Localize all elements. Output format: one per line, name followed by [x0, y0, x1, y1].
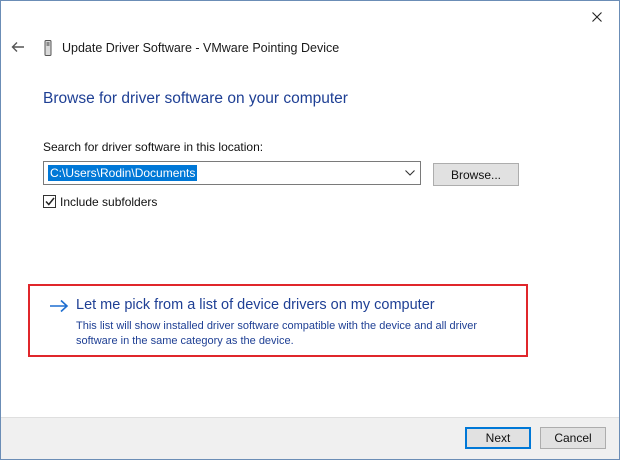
pick-from-list-link[interactable]: Let me pick from a list of device driver…: [49, 297, 509, 349]
include-subfolders-label[interactable]: Include subfolders: [60, 195, 157, 209]
pick-from-list-title[interactable]: Let me pick from a list of device driver…: [76, 297, 435, 313]
page-heading: Browse for driver software on your compu…: [43, 90, 348, 107]
pick-from-list-description: This list will show installed driver sof…: [76, 320, 478, 347]
update-driver-dialog: Update Driver Software - VMware Pointing…: [0, 0, 620, 460]
close-icon: [592, 12, 602, 22]
chevron-down-icon: [405, 170, 415, 176]
checkmark-icon: [44, 197, 55, 206]
pointing-device-icon: [44, 40, 52, 56]
close-button[interactable]: [579, 3, 615, 31]
back-button[interactable]: [7, 36, 29, 58]
dialog-footer: Next Cancel: [1, 417, 619, 459]
back-arrow-icon: [11, 42, 24, 52]
driver-path-combobox[interactable]: C:\Users\Rodin\Documents: [43, 161, 421, 185]
driver-path-value[interactable]: C:\Users\Rodin\Documents: [48, 165, 198, 181]
right-arrow-icon: [50, 299, 69, 313]
search-location-label: Search for driver software in this locat…: [43, 140, 264, 154]
include-subfolders-checkbox[interactable]: [43, 195, 56, 208]
cancel-button[interactable]: Cancel: [540, 427, 606, 449]
browse-button[interactable]: Browse...: [433, 163, 519, 186]
window-title: Update Driver Software - VMware Pointing…: [62, 41, 340, 55]
dropdown-button[interactable]: [403, 166, 417, 180]
next-button[interactable]: Next: [465, 427, 531, 449]
